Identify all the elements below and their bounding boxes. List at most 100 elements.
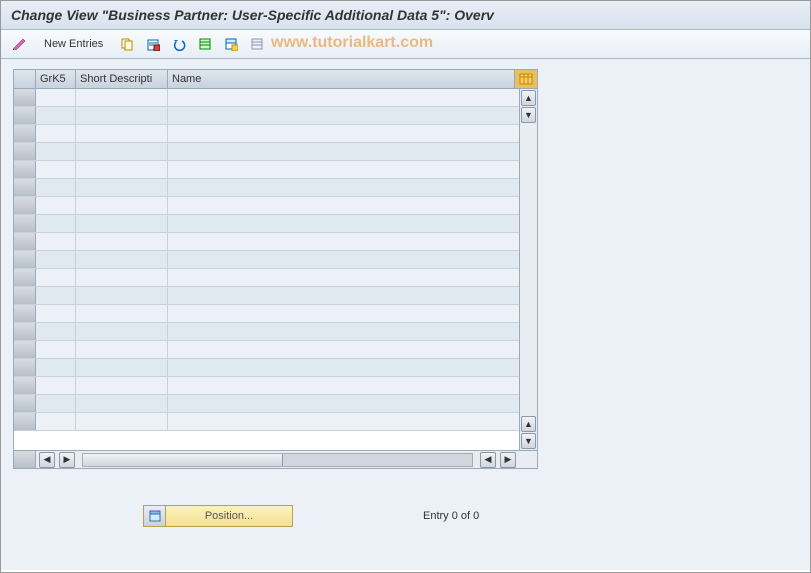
table-row[interactable] [14,323,519,341]
cell-grk5[interactable] [36,377,76,394]
cell-name[interactable] [168,341,519,358]
cell-grk5[interactable] [36,287,76,304]
cell-grk5[interactable] [36,107,76,124]
new-entries-button[interactable]: New Entries [35,35,112,53]
table-row[interactable] [14,341,519,359]
cell-grk5[interactable] [36,125,76,142]
cell-name[interactable] [168,251,519,268]
cell-name[interactable] [168,233,519,250]
table-row[interactable] [14,305,519,323]
cell-short-description[interactable] [76,125,168,142]
row-selector[interactable] [14,179,36,196]
table-row[interactable] [14,395,519,413]
row-selector[interactable] [14,107,36,124]
col-header-grk5[interactable]: GrK5 [36,70,76,88]
cell-grk5[interactable] [36,143,76,160]
table-row[interactable] [14,233,519,251]
cell-name[interactable] [168,413,519,430]
hscroll-thumb[interactable] [83,454,283,466]
scroll-up-button[interactable]: ▲ [521,90,536,106]
cell-name[interactable] [168,377,519,394]
horizontal-scrollbar[interactable]: ◀ ▶ ◀ ▶ [14,450,537,468]
cell-short-description[interactable] [76,197,168,214]
deselect-all-button[interactable] [246,34,268,54]
cell-name[interactable] [168,143,519,160]
cell-grk5[interactable] [36,89,76,106]
table-row[interactable] [14,287,519,305]
table-row[interactable] [14,143,519,161]
select-all-button[interactable] [194,34,216,54]
cell-grk5[interactable] [36,395,76,412]
cell-grk5[interactable] [36,215,76,232]
table-row[interactable] [14,89,519,107]
table-settings-button[interactable] [515,70,537,88]
cell-grk5[interactable] [36,233,76,250]
cell-short-description[interactable] [76,233,168,250]
row-selector[interactable] [14,89,36,106]
vertical-scrollbar[interactable]: ▲ ▼ ▲ ▼ [519,89,537,450]
cell-short-description[interactable] [76,395,168,412]
row-selector[interactable] [14,233,36,250]
cell-grk5[interactable] [36,197,76,214]
row-selector[interactable] [14,251,36,268]
cell-name[interactable] [168,125,519,142]
cell-short-description[interactable] [76,215,168,232]
row-selector[interactable] [14,197,36,214]
cell-name[interactable] [168,287,519,304]
row-selector[interactable] [14,323,36,340]
cell-grk5[interactable] [36,305,76,322]
cell-name[interactable] [168,359,519,376]
cell-name[interactable] [168,395,519,412]
col-header-name[interactable]: Name [168,70,515,88]
scroll-down-button[interactable]: ▼ [521,107,536,123]
row-selector[interactable] [14,377,36,394]
delete-button[interactable] [142,34,164,54]
cell-short-description[interactable] [76,359,168,376]
toggle-display-change-button[interactable] [9,34,31,54]
row-selector[interactable] [14,143,36,160]
cell-name[interactable] [168,305,519,322]
cell-grk5[interactable] [36,413,76,430]
cell-short-description[interactable] [76,341,168,358]
row-selector[interactable] [14,359,36,376]
cell-short-description[interactable] [76,179,168,196]
cell-name[interactable] [168,197,519,214]
table-row[interactable] [14,251,519,269]
row-selector[interactable] [14,161,36,178]
cell-name[interactable] [168,89,519,106]
table-row[interactable] [14,107,519,125]
scroll-down-button-2[interactable]: ▼ [521,433,536,449]
cell-short-description[interactable] [76,287,168,304]
cell-name[interactable] [168,215,519,232]
cell-short-description[interactable] [76,377,168,394]
cell-name[interactable] [168,323,519,340]
row-selector[interactable] [14,341,36,358]
cell-name[interactable] [168,179,519,196]
cell-short-description[interactable] [76,107,168,124]
table-row[interactable] [14,197,519,215]
cell-name[interactable] [168,107,519,124]
row-selector[interactable] [14,125,36,142]
row-selector[interactable] [14,413,36,430]
scroll-left-button-2[interactable]: ◀ [480,452,496,468]
copy-button[interactable] [116,34,138,54]
cell-short-description[interactable] [76,161,168,178]
table-row[interactable] [14,413,519,431]
cell-short-description[interactable] [76,143,168,160]
scroll-right-button[interactable]: ▶ [59,452,75,468]
cell-grk5[interactable] [36,179,76,196]
cell-name[interactable] [168,269,519,286]
cell-name[interactable] [168,161,519,178]
scroll-up-button-2[interactable]: ▲ [521,416,536,432]
cell-short-description[interactable] [76,269,168,286]
cell-short-description[interactable] [76,251,168,268]
cell-grk5[interactable] [36,359,76,376]
row-selector[interactable] [14,287,36,304]
table-row[interactable] [14,179,519,197]
table-row[interactable] [14,359,519,377]
table-row[interactable] [14,125,519,143]
table-row[interactable] [14,215,519,233]
select-block-button[interactable] [220,34,242,54]
cell-grk5[interactable] [36,251,76,268]
cell-grk5[interactable] [36,161,76,178]
